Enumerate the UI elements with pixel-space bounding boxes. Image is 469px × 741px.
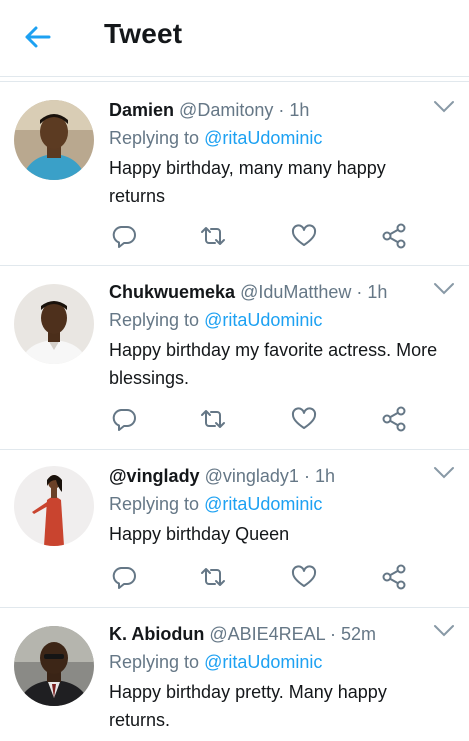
chevron-down-icon[interactable] <box>433 466 455 480</box>
share-button[interactable] <box>379 404 409 434</box>
tweet-reply[interactable]: Damien @Damitony · 1h Replying to @ritaU… <box>0 84 469 266</box>
retweet-button[interactable] <box>198 562 228 592</box>
tweet-header: Damien @Damitony · 1h <box>109 98 429 122</box>
tweet-header: Chukwuemeka @IduMatthew · 1h <box>109 280 429 304</box>
share-icon <box>382 223 406 249</box>
user-handle[interactable]: @ABIE4REAL <box>209 624 325 644</box>
back-button[interactable] <box>20 20 54 54</box>
replying-label: Replying to <box>109 494 200 514</box>
retweet-icon <box>201 227 225 245</box>
divider <box>0 81 469 82</box>
app-header: Tweet <box>0 0 469 76</box>
retweet-icon <box>201 568 225 586</box>
tweet-reply[interactable]: Chukwuemeka @IduMatthew · 1h Replying to… <box>0 266 469 450</box>
like-button[interactable] <box>289 404 319 434</box>
display-name[interactable]: Chukwuemeka <box>109 282 235 302</box>
arrow-left-icon <box>25 26 51 48</box>
mention-link[interactable]: @ritaUdominic <box>204 310 322 330</box>
replying-label: Replying to <box>109 128 200 148</box>
reply-icon <box>112 409 136 431</box>
share-button[interactable] <box>379 562 409 592</box>
display-name[interactable]: Damien <box>109 100 174 120</box>
mention-link[interactable]: @ritaUdominic <box>204 128 322 148</box>
retweet-button[interactable] <box>198 404 228 434</box>
chevron-down-icon[interactable] <box>433 282 455 296</box>
timestamp: 1h <box>367 282 388 302</box>
tweet-text: Happy birthday pretty. Many happy return… <box>109 682 387 730</box>
heart-icon <box>291 224 317 246</box>
reply-icon <box>112 567 136 589</box>
reply-button[interactable] <box>109 562 139 592</box>
tweet-header: @vinglady @vinglady1 · 1h <box>109 464 429 488</box>
tweet-header: K. Abiodun @ABIE4REAL · 52m <box>109 622 429 646</box>
replying-label: Replying to <box>109 310 200 330</box>
timestamp: 1h <box>314 466 335 486</box>
retweet-button[interactable] <box>198 221 228 251</box>
share-icon <box>382 406 406 432</box>
user-handle[interactable]: @Damitony <box>179 100 273 120</box>
share-button[interactable] <box>379 221 409 251</box>
chevron-down-icon[interactable] <box>433 100 455 114</box>
like-button[interactable] <box>289 562 319 592</box>
divider <box>0 76 469 77</box>
display-name[interactable]: K. Abiodun <box>109 624 204 644</box>
heart-icon <box>291 407 317 429</box>
tweet-actions <box>0 404 469 434</box>
reply-icon <box>112 226 136 248</box>
tweet-reply[interactable]: K. Abiodun @ABIE4REAL · 52m Replying to … <box>0 608 469 741</box>
user-handle[interactable]: @vinglady1 <box>205 466 299 486</box>
avatar[interactable] <box>14 100 94 180</box>
tweet-text: Happy birthday, many many happy returns <box>109 158 386 206</box>
tweet-reply[interactable]: @vinglady @vinglady1 · 1h Replying to @r… <box>0 450 469 608</box>
retweet-icon <box>201 410 225 428</box>
replying-to: Replying to @ritaUdominic <box>109 308 322 332</box>
replying-label: Replying to <box>109 652 200 672</box>
tweet-actions <box>0 221 469 251</box>
like-button[interactable] <box>289 221 319 251</box>
avatar[interactable] <box>14 466 94 546</box>
display-name[interactable]: @vinglady <box>109 466 200 486</box>
separator: · <box>356 282 363 302</box>
user-handle[interactable]: @IduMatthew <box>240 282 351 302</box>
replying-to: Replying to @ritaUdominic <box>109 492 322 516</box>
replying-to: Replying to @ritaUdominic <box>109 650 322 674</box>
chevron-down-icon[interactable] <box>433 624 455 638</box>
avatar[interactable] <box>14 626 94 706</box>
tweet-text: Happy birthday Queen <box>109 524 290 544</box>
mention-link[interactable]: @ritaUdominic <box>204 652 322 672</box>
page-title: Tweet <box>104 18 183 49</box>
heart-icon <box>291 565 317 587</box>
separator: · <box>330 624 336 644</box>
mention-link[interactable]: @ritaUdominic <box>204 494 322 514</box>
tweet-actions <box>0 562 469 592</box>
tweet-text: Happy birthday my favorite actress. More… <box>109 340 438 388</box>
reply-button[interactable] <box>109 404 139 434</box>
avatar[interactable] <box>14 284 94 364</box>
share-icon <box>382 564 406 590</box>
timestamp: 1h <box>289 100 310 120</box>
separator: · <box>278 100 285 120</box>
separator: · <box>303 466 310 486</box>
reply-button[interactable] <box>109 221 139 251</box>
timestamp: 52m <box>341 624 377 644</box>
replying-to: Replying to @ritaUdominic <box>109 126 322 150</box>
